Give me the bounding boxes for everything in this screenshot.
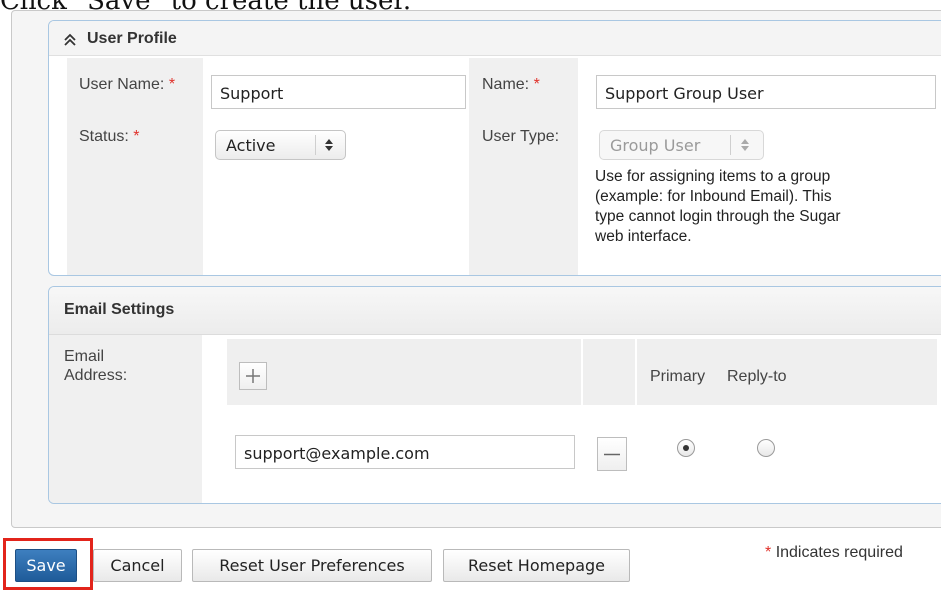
save-button[interactable]: Save: [15, 549, 77, 582]
name-label: Name: *: [482, 76, 540, 93]
plus-icon: [246, 369, 260, 383]
primary-radio[interactable]: [677, 439, 695, 457]
email-settings-title: Email Settings: [64, 301, 175, 318]
double-chevron-up-icon[interactable]: [63, 33, 77, 47]
user-type-value: Group User: [610, 136, 701, 155]
user-profile-title: User Profile: [87, 30, 177, 47]
user-profile-panel: User Profile User Name: * Support Name: …: [48, 20, 941, 276]
user-name-label: User Name: *: [79, 76, 176, 93]
reply-to-column-label: Reply-to: [727, 368, 787, 385]
select-separator: [730, 135, 731, 155]
required-marker: *: [765, 544, 772, 561]
user-form-container: User Profile User Name: * Support Name: …: [11, 10, 941, 528]
required-marker: *: [133, 128, 140, 145]
reset-user-preferences-button[interactable]: Reset User Preferences: [192, 549, 432, 582]
email-settings-header: Email Settings: [49, 287, 941, 335]
status-value: Active: [226, 136, 276, 155]
status-select[interactable]: Active: [215, 130, 346, 160]
reset-homepage-button[interactable]: Reset Homepage: [443, 549, 630, 582]
email-address-input[interactable]: support@example.com: [235, 435, 575, 469]
email-grid-header-blank: [583, 339, 635, 405]
cancel-button[interactable]: Cancel: [93, 549, 182, 582]
email-address-label: Email Address:: [64, 348, 128, 384]
user-name-input[interactable]: Support: [211, 75, 466, 109]
reply-to-radio[interactable]: [757, 439, 775, 457]
user-type-select: Group User: [599, 130, 764, 160]
required-marker: *: [168, 76, 176, 93]
email-grid-header-address: [227, 339, 581, 405]
remove-email-button[interactable]: [597, 437, 627, 471]
required-marker: *: [533, 76, 540, 93]
updown-arrow-icon: [325, 139, 333, 151]
email-settings-panel: Email Settings Email Address: Primary Re…: [48, 286, 941, 504]
add-email-button[interactable]: [239, 362, 267, 390]
primary-column-label: Primary: [650, 368, 706, 385]
user-type-label: User Type:: [482, 128, 560, 145]
user-profile-header[interactable]: User Profile: [49, 21, 941, 56]
select-separator: [315, 135, 316, 155]
status-label: Status: *: [79, 128, 140, 145]
full-name-input[interactable]: Support Group User: [596, 75, 936, 109]
user-type-help-text: Use for assigning items to a group (exam…: [595, 168, 841, 245]
required-note: * Indicates required: [765, 544, 903, 561]
minus-icon: [604, 453, 620, 456]
updown-arrow-icon: [741, 139, 749, 151]
